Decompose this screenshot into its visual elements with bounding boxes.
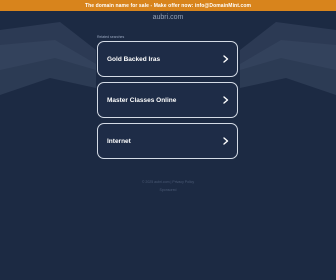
chevron-right-icon: [222, 55, 230, 63]
link-master-classes-online[interactable]: Master Classes Online: [97, 82, 238, 118]
link-label: Internet: [107, 137, 131, 145]
chevron-right-icon: [222, 137, 230, 145]
link-internet[interactable]: Internet: [97, 123, 238, 159]
related-searches-label: Related searches: [97, 35, 125, 39]
link-label: Gold Backed Iras: [107, 55, 161, 63]
chevron-right-icon: [222, 96, 230, 104]
link-gold-backed-iras[interactable]: Gold Backed Iras: [97, 41, 238, 77]
footer-sponsored: Sponsored: [159, 188, 177, 192]
domain-title: aubri.com: [152, 14, 184, 21]
footer-copyright[interactable]: © 2025 aubri.com | Privacy Policy: [0, 180, 336, 184]
sale-banner[interactable]: The domain name for sale - Make offer no…: [0, 0, 336, 11]
link-label: Master Classes Online: [107, 96, 177, 104]
